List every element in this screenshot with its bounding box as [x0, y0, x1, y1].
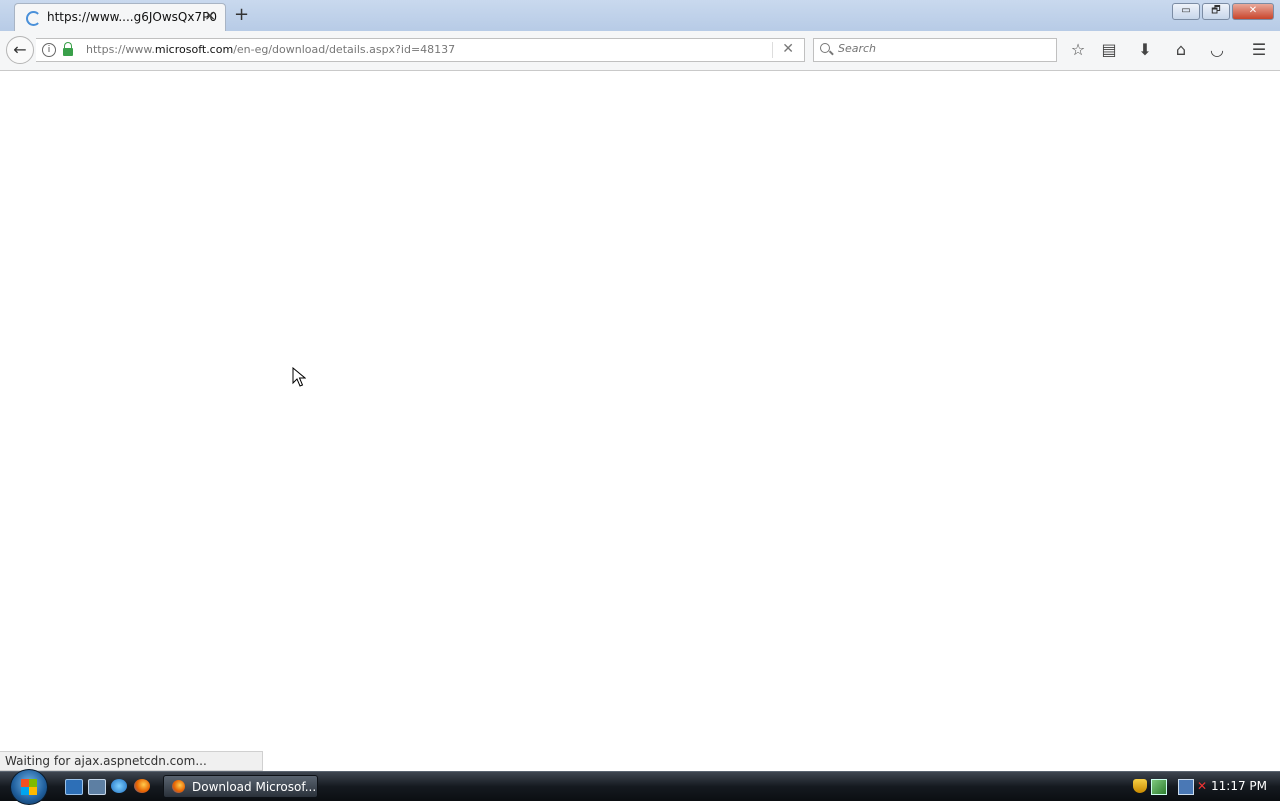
page-content[interactable] — [0, 71, 1280, 771]
monitor-icon[interactable] — [1178, 779, 1194, 795]
address-bar[interactable]: i https://www.microsoft.com/en-eg/downlo… — [36, 38, 805, 62]
back-button[interactable]: ← — [6, 36, 34, 64]
lock-icon[interactable] — [63, 42, 73, 56]
volume-muted-icon[interactable]: ✕ — [1195, 779, 1209, 793]
download-arrow-icon[interactable]: ⬇ — [1134, 40, 1156, 60]
clock[interactable]: 11:17 PM — [1211, 779, 1267, 793]
status-bar: Waiting for ajax.aspnetcdn.com... — [0, 751, 263, 771]
stop-loading-icon[interactable]: ✕ — [782, 41, 794, 57]
search-input[interactable] — [836, 41, 1050, 56]
window-controls: ▭ 🗗 ✕ — [1172, 3, 1274, 20]
pocket-icon[interactable]: ◡ — [1206, 40, 1228, 60]
firefox-icon — [172, 780, 185, 793]
system-tray: ✕ 11:17 PM — [1125, 772, 1280, 801]
internet-explorer-icon[interactable] — [111, 779, 127, 793]
address-separator — [772, 42, 773, 58]
tab-strip: https://www....g6JOwsQx7P0 × + ▭ 🗗 ✕ — [0, 0, 1280, 32]
taskbar-window-label: Download Microsof... — [192, 780, 317, 794]
search-box[interactable] — [813, 38, 1057, 62]
navigation-toolbar: ← i https://www.microsoft.com/en-eg/down… — [0, 31, 1280, 71]
windows-logo-icon — [21, 779, 37, 795]
show-desktop-icon[interactable] — [65, 779, 83, 795]
url-text[interactable]: https://www.microsoft.com/en-eg/download… — [86, 43, 455, 56]
url-prefix: https://www. — [86, 43, 155, 56]
switch-windows-icon[interactable] — [88, 779, 106, 795]
firefox-quicklaunch-icon[interactable] — [134, 779, 150, 793]
home-icon[interactable]: ⌂ — [1170, 40, 1192, 60]
reading-list-icon[interactable]: ▤ — [1098, 40, 1120, 60]
browser-tab-active[interactable]: https://www....g6JOwsQx7P0 × — [14, 3, 226, 31]
tab-title: https://www....g6JOwsQx7P0 — [47, 10, 217, 24]
security-shield-icon[interactable] — [1133, 779, 1147, 793]
url-path: /en-eg/download/details.aspx?id=48137 — [233, 43, 456, 56]
site-info-icon[interactable]: i — [42, 43, 56, 57]
menu-icon[interactable]: ☰ — [1248, 40, 1270, 60]
url-domain: microsoft.com — [154, 43, 234, 56]
tab-close-icon[interactable]: × — [204, 8, 216, 24]
taskbar: Download Microsof... ✕ 11:17 PM — [0, 769, 1280, 805]
window-close-button[interactable]: ✕ — [1232, 3, 1274, 20]
loading-spinner-icon — [26, 11, 41, 26]
search-icon — [820, 43, 830, 53]
star-icon[interactable]: ☆ — [1067, 40, 1089, 60]
taskbar-window-button[interactable]: Download Microsof... — [163, 775, 318, 798]
network-status-icon[interactable] — [1151, 779, 1167, 795]
minimize-button[interactable]: ▭ — [1172, 3, 1200, 20]
new-tab-button[interactable]: + — [234, 4, 249, 25]
mouse-cursor-icon — [292, 367, 306, 387]
restore-button[interactable]: 🗗 — [1202, 3, 1230, 20]
